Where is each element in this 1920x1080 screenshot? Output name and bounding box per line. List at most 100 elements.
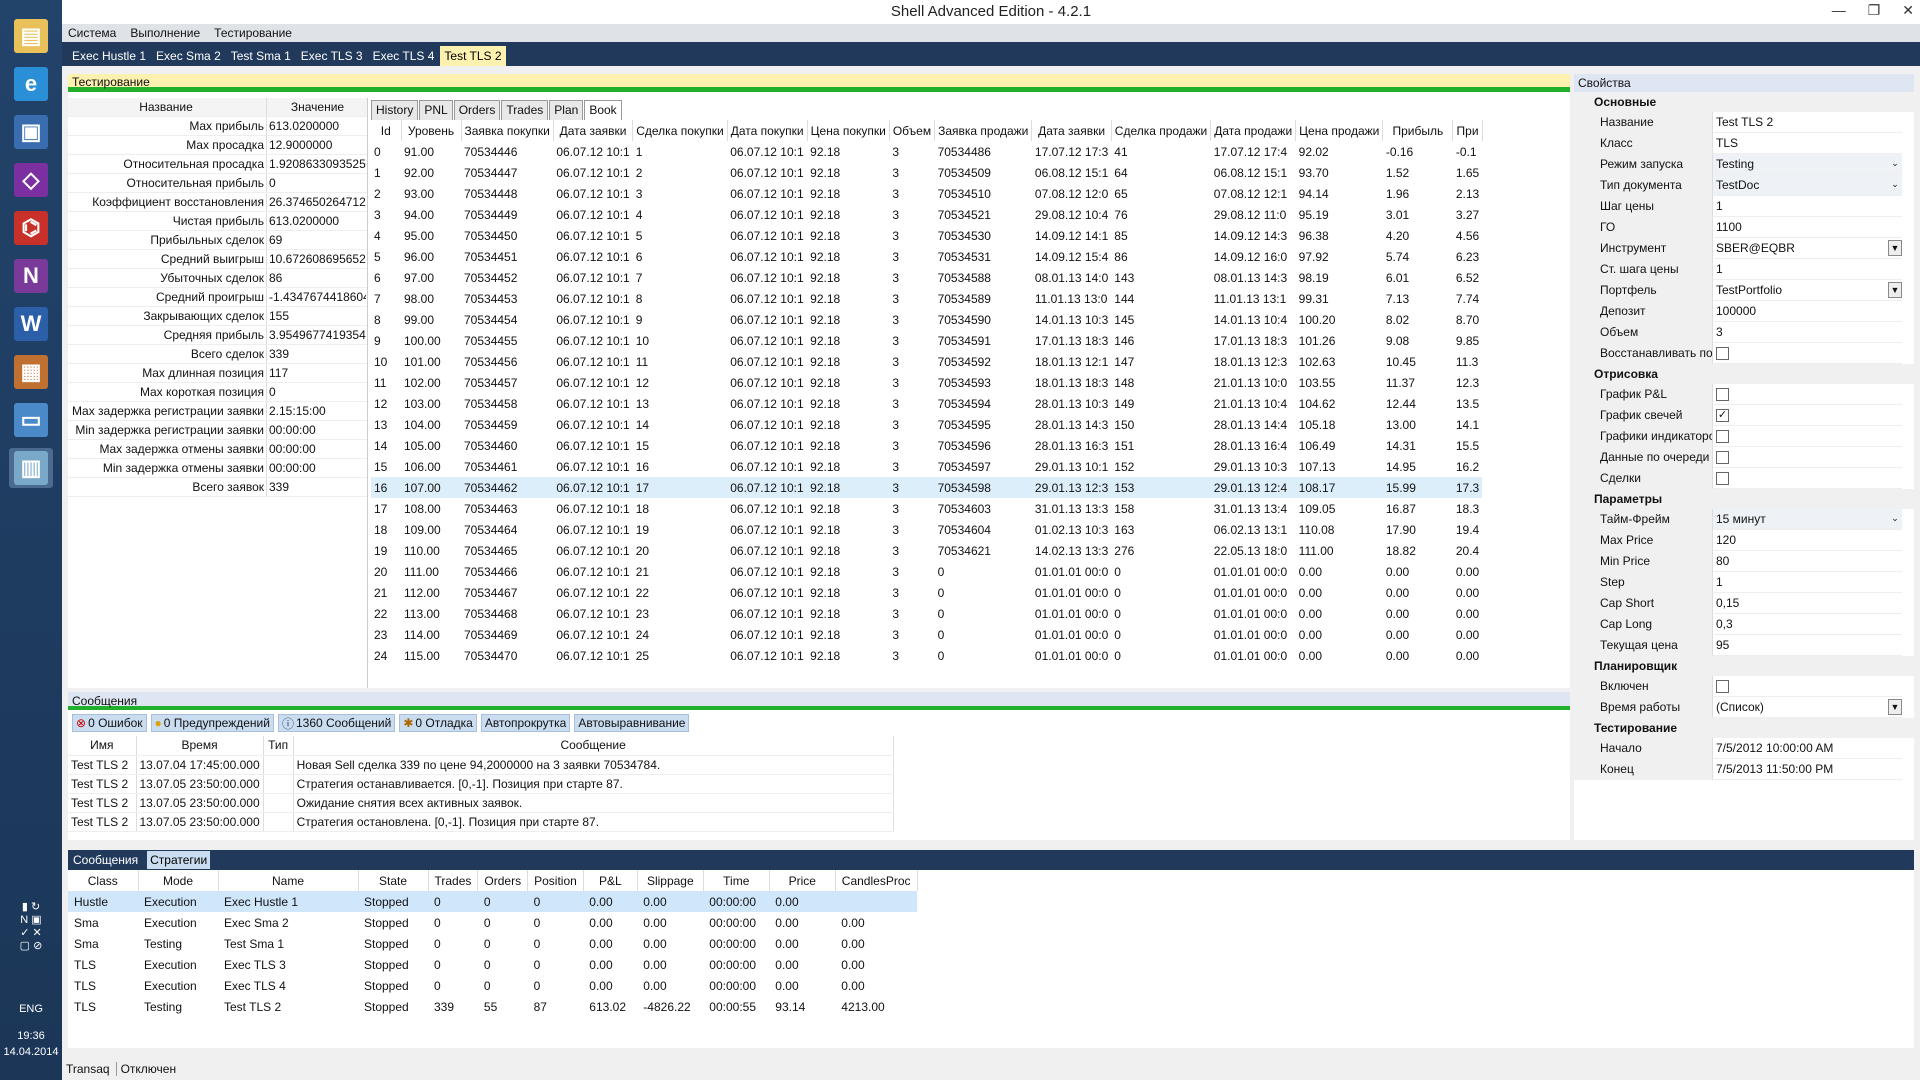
- book-row[interactable]: 24 115.00 70534470 06.07.12 10:1 25 06.07.12 …: [371, 645, 1482, 661]
- internet-explorer-icon[interactable]: e: [9, 64, 53, 104]
- checkbox[interactable]: [1716, 347, 1729, 361]
- tab-orders[interactable]: Orders: [453, 100, 501, 120]
- pdf-reader-icon[interactable]: ⌬: [9, 208, 53, 248]
- shell-app-icon[interactable]: ▥: [9, 448, 53, 488]
- book-row[interactable]: 17 108.00 70534463 06.07.12 10:1 18 06.07.12 …: [371, 498, 1482, 519]
- tab-strategies[interactable]: Стратегии: [147, 851, 211, 869]
- book-row[interactable]: 22 113.00 70534468 06.07.12 10:1 23 06.07.12 …: [371, 603, 1482, 624]
- strategy-row[interactable]: Sma Testing Test Sma 1 Stopped 0 0 0 0.00 0.00 00…: [68, 933, 917, 954]
- tab-test-tls-2[interactable]: Test TLS 2: [440, 46, 506, 66]
- property-value[interactable]: [1712, 384, 1902, 405]
- book-column-header[interactable]: Сделка продажи: [1111, 120, 1212, 141]
- book-row[interactable]: 1 92.00 70534447 06.07.12 10:1 2 06.07.12 10:…: [371, 162, 1482, 183]
- book-row[interactable]: 6 97.00 70534452 06.07.12 10:1 7 06.07.12 10:…: [371, 267, 1482, 288]
- checkbox[interactable]: ✓: [1716, 409, 1729, 423]
- property-value[interactable]: Testing ⌄: [1712, 154, 1902, 175]
- strategy-column-header[interactable]: Time: [703, 870, 770, 891]
- message-row[interactable]: Test TLS 2 13.07.05 23:50:00.000 Стратегия…: [68, 812, 894, 832]
- strategy-column-header[interactable]: Position: [527, 870, 584, 891]
- close-icon[interactable]: ✕: [1902, 2, 1914, 19]
- property-value[interactable]: [1712, 468, 1902, 489]
- strategy-row[interactable]: TLS Execution Exec TLS 3 Stopped 0 0 0 0.00 0.00…: [68, 954, 917, 975]
- property-value[interactable]: 7/5/2012 10:00:00 AM: [1712, 738, 1902, 759]
- property-value[interactable]: 1100: [1712, 217, 1902, 238]
- strategy-column-header[interactable]: Class: [68, 870, 139, 891]
- property-value[interactable]: 95: [1712, 635, 1902, 656]
- book-row[interactable]: 19 110.00 70534465 06.07.12 10:1 20 06.07.12 …: [371, 540, 1482, 561]
- strategy-row[interactable]: TLS Execution Exec TLS 4 Stopped 0 0 0 0.00 0.00…: [68, 975, 917, 996]
- book-column-header[interactable]: Цена покупки: [807, 120, 890, 141]
- book-column-header[interactable]: Прибыль: [1382, 120, 1454, 141]
- checkbox[interactable]: [1716, 388, 1729, 402]
- strategy-column-header[interactable]: Slippage: [637, 870, 704, 891]
- tab-plan[interactable]: Plan: [549, 100, 584, 120]
- message-column-header[interactable]: Время: [136, 736, 264, 756]
- book-column-header[interactable]: При: [1452, 120, 1483, 141]
- book-row[interactable]: 23 114.00 70534469 06.07.12 10:1 24 06.07.12 …: [371, 624, 1482, 645]
- strategy-column-header[interactable]: Mode: [138, 870, 219, 891]
- checkbox[interactable]: [1716, 451, 1729, 465]
- book-row[interactable]: 11 102.00 70534457 06.07.12 10:1 12 06.07.12 …: [371, 372, 1482, 393]
- message-row[interactable]: Test TLS 2 13.07.05 23:50:00.000 Стратегия…: [68, 774, 894, 794]
- book-row[interactable]: 5 96.00 70534451 06.07.12 10:1 6 06.07.12 10:…: [371, 246, 1482, 267]
- strategy-column-header[interactable]: Trades: [428, 870, 479, 891]
- strategy-column-header[interactable]: Price: [769, 870, 836, 891]
- clock-time[interactable]: 19:36: [0, 1030, 62, 1042]
- chevron-down-icon[interactable]: ⌄: [1888, 156, 1902, 172]
- visual-studio-icon[interactable]: ◇: [9, 160, 53, 200]
- property-group-header[interactable]: Основные: [1574, 92, 1914, 112]
- chevron-down-icon[interactable]: ⌄: [1888, 511, 1902, 527]
- property-value[interactable]: 120: [1712, 530, 1902, 551]
- property-value[interactable]: 0,15: [1712, 593, 1902, 614]
- property-value[interactable]: Test TLS 2: [1712, 112, 1902, 133]
- property-group-header[interactable]: Планировщик: [1574, 656, 1914, 676]
- chevron-down-icon[interactable]: ⌄: [1888, 177, 1902, 193]
- property-value[interactable]: 15 минут ⌄: [1712, 509, 1902, 530]
- autoalign-toggle[interactable]: Автовыравнивание: [574, 714, 690, 732]
- menu-execution[interactable]: Выполнение: [130, 26, 200, 40]
- checkbox[interactable]: [1716, 472, 1729, 486]
- message-column-header[interactable]: Сообщение: [293, 736, 894, 756]
- book-column-header[interactable]: Уровень: [401, 120, 462, 141]
- menu-testing[interactable]: Тестирование: [214, 26, 292, 40]
- book-row[interactable]: 15 106.00 70534461 06.07.12 10:1 16 06.07.12 …: [371, 456, 1482, 477]
- filter-warnings[interactable]: ● 0 Предупреждений: [150, 714, 274, 732]
- strategy-column-header[interactable]: P&L: [583, 870, 638, 891]
- book-row[interactable]: 9 100.00 70534455 06.07.12 10:1 10 06.07.12 1…: [371, 330, 1482, 351]
- property-value[interactable]: [1712, 343, 1902, 364]
- property-group-header[interactable]: Отрисовка: [1574, 364, 1914, 384]
- remote-desktop-icon[interactable]: ▭: [9, 400, 53, 440]
- book-row[interactable]: 21 112.00 70534467 06.07.12 10:1 22 06.07.12 …: [371, 582, 1482, 603]
- property-value[interactable]: 1: [1712, 259, 1902, 280]
- property-value[interactable]: 7/5/2013 11:50:00 PM: [1712, 759, 1902, 780]
- dropdown-button-icon[interactable]: ▼: [1888, 699, 1902, 715]
- dropdown-button-icon[interactable]: ▼: [1888, 240, 1902, 256]
- menu-system[interactable]: Система: [68, 26, 116, 40]
- book-row[interactable]: 16 107.00 70534462 06.07.12 10:1 17 06.07.12 …: [371, 477, 1483, 498]
- book-row[interactable]: 18 109.00 70534464 06.07.12 10:1 19 06.07.12 …: [371, 519, 1482, 540]
- book-row[interactable]: 7 98.00 70534453 06.07.12 10:1 8 06.07.12 10:…: [371, 288, 1482, 309]
- filter-errors[interactable]: ⊗ 0 Ошибок: [72, 714, 147, 732]
- property-value[interactable]: TestDoc ⌄: [1712, 175, 1902, 196]
- book-column-header[interactable]: Дата покупки: [727, 120, 808, 141]
- property-group-header[interactable]: Тестирование: [1574, 718, 1914, 738]
- strategy-column-header[interactable]: Name: [218, 870, 359, 891]
- book-column-header[interactable]: Заявка покупки: [461, 120, 554, 141]
- property-value[interactable]: 80: [1712, 551, 1902, 572]
- strategy-column-header[interactable]: CandlesProc: [835, 870, 918, 891]
- book-column-header[interactable]: Дата заявки: [553, 120, 634, 141]
- property-value[interactable]: 1: [1712, 196, 1902, 217]
- property-value[interactable]: SBER@EQBR ▼: [1712, 238, 1902, 259]
- filter-debug[interactable]: ✱ 0 Отладка: [399, 714, 477, 732]
- property-value[interactable]: TLS: [1712, 133, 1902, 154]
- onenote-icon[interactable]: N: [9, 256, 53, 296]
- language-indicator[interactable]: ENG: [0, 1003, 62, 1015]
- message-column-header[interactable]: Имя: [68, 736, 137, 756]
- property-value[interactable]: 100000: [1712, 301, 1902, 322]
- autoscroll-toggle[interactable]: Автопрокрутка: [480, 714, 571, 732]
- book-column-header[interactable]: Сделка покупки: [632, 120, 728, 141]
- briefcase-icon[interactable]: ▦: [9, 352, 53, 392]
- checkbox[interactable]: [1716, 680, 1729, 694]
- strategy-row[interactable]: Hustle Execution Exec Hustle 1 Stopped 0 0 0 0.…: [68, 891, 917, 912]
- book-column-header[interactable]: Объем: [889, 120, 936, 141]
